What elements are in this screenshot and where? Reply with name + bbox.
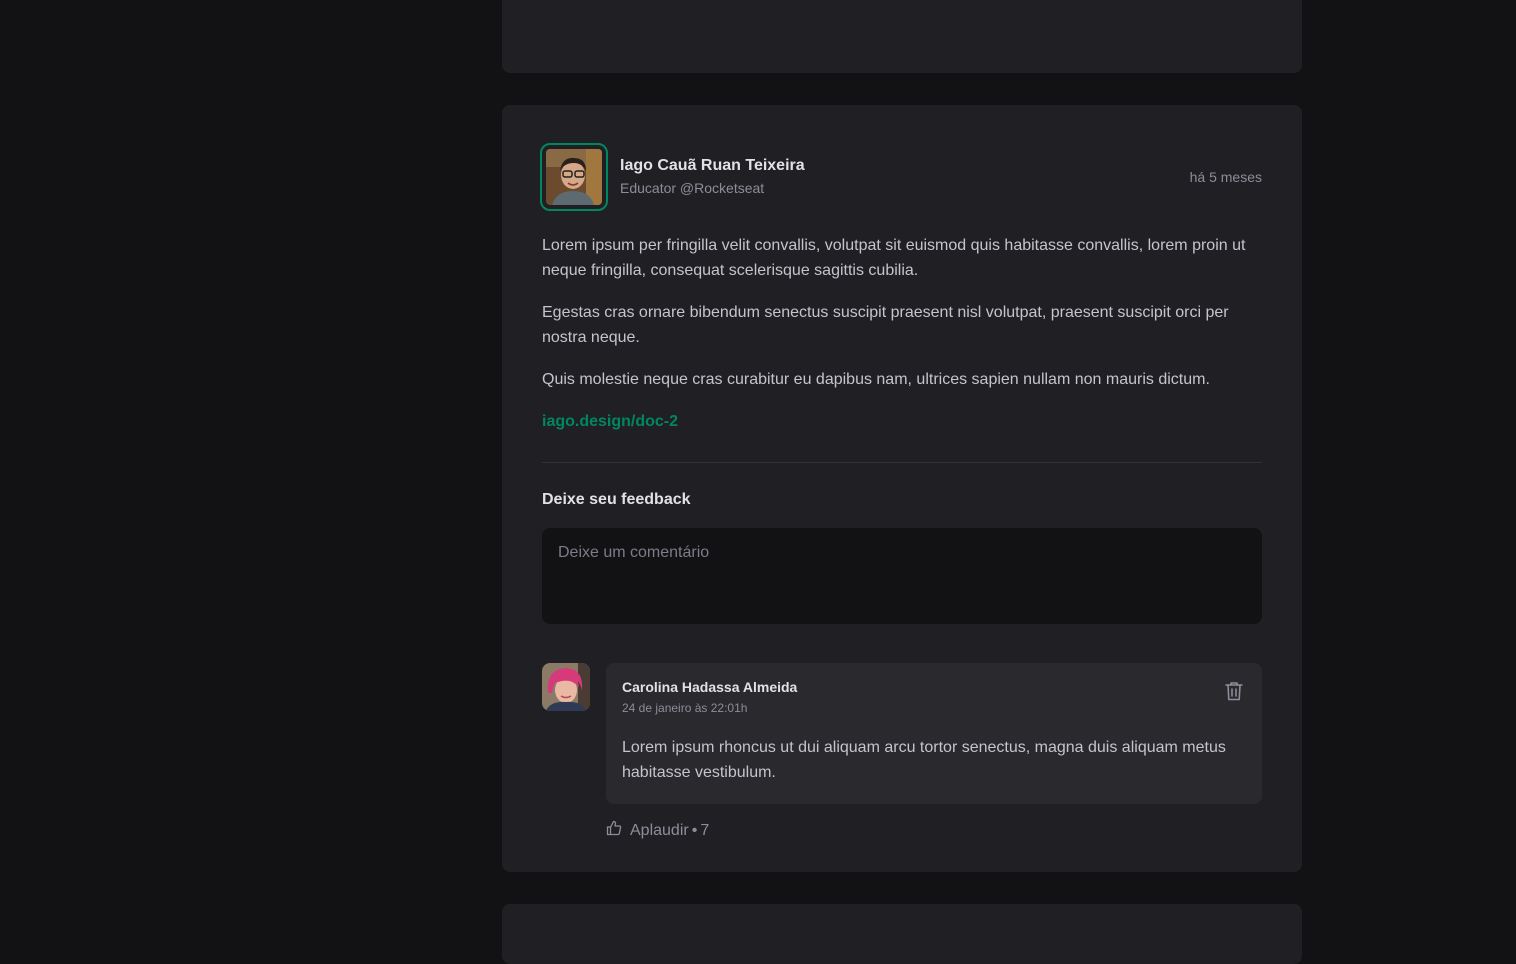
comment-box: Carolina Hadassa Almeida 24 de janeiro à… bbox=[606, 663, 1262, 804]
applaud-label: Aplaudir bbox=[630, 821, 689, 839]
thumbs-up-icon bbox=[606, 820, 622, 841]
author-info: Iago Cauã Ruan Teixeira Educator @Rocket… bbox=[620, 155, 805, 199]
trash-icon[interactable] bbox=[1222, 679, 1246, 703]
author-name: Iago Cauã Ruan Teixeira bbox=[620, 157, 805, 174]
comment-text: Lorem ipsum rhoncus ut dui aliquam arcu … bbox=[622, 739, 1226, 781]
next-post-card bbox=[502, 904, 1302, 964]
comment-input[interactable] bbox=[542, 528, 1262, 624]
applaud-count: 7 bbox=[700, 821, 710, 839]
comment-time: 24 de janeiro às 22:01h bbox=[622, 701, 748, 715]
applaud-separator: • bbox=[691, 821, 698, 839]
previous-post-card bbox=[502, 0, 1302, 73]
comment: Carolina Hadassa Almeida 24 de janeiro à… bbox=[542, 663, 1262, 841]
post-paragraph: Egestas cras ornare bibendum senectus su… bbox=[542, 304, 1229, 346]
post-content: Lorem ipsum per fringilla velit convalli… bbox=[542, 233, 1262, 434]
author-avatar[interactable] bbox=[540, 143, 608, 211]
author-role: Educator @Rocketseat bbox=[620, 180, 765, 197]
post-published-time: há 5 meses bbox=[1189, 169, 1262, 185]
divider bbox=[542, 462, 1262, 463]
post-link[interactable]: iago.design/doc-2 bbox=[542, 413, 678, 430]
post-header: Iago Cauã Ruan Teixeira Educator @Rocket… bbox=[540, 143, 1262, 211]
post-card: Iago Cauã Ruan Teixeira Educator @Rocket… bbox=[502, 105, 1302, 872]
post-author: Iago Cauã Ruan Teixeira Educator @Rocket… bbox=[540, 143, 805, 211]
feedback-title: Deixe seu feedback bbox=[542, 491, 691, 508]
comment-author: Carolina Hadassa Almeida bbox=[622, 679, 798, 695]
comment-avatar[interactable] bbox=[542, 663, 590, 711]
post-paragraph: Quis molestie neque cras curabitur eu da… bbox=[542, 371, 1210, 388]
applaud-button[interactable]: Aplaudir • 7 bbox=[606, 820, 1262, 841]
post-paragraph: Lorem ipsum per fringilla velit convalli… bbox=[542, 237, 1246, 279]
comment-body: Carolina Hadassa Almeida 24 de janeiro à… bbox=[606, 663, 1262, 841]
comment-header: Carolina Hadassa Almeida 24 de janeiro à… bbox=[622, 679, 1246, 715]
